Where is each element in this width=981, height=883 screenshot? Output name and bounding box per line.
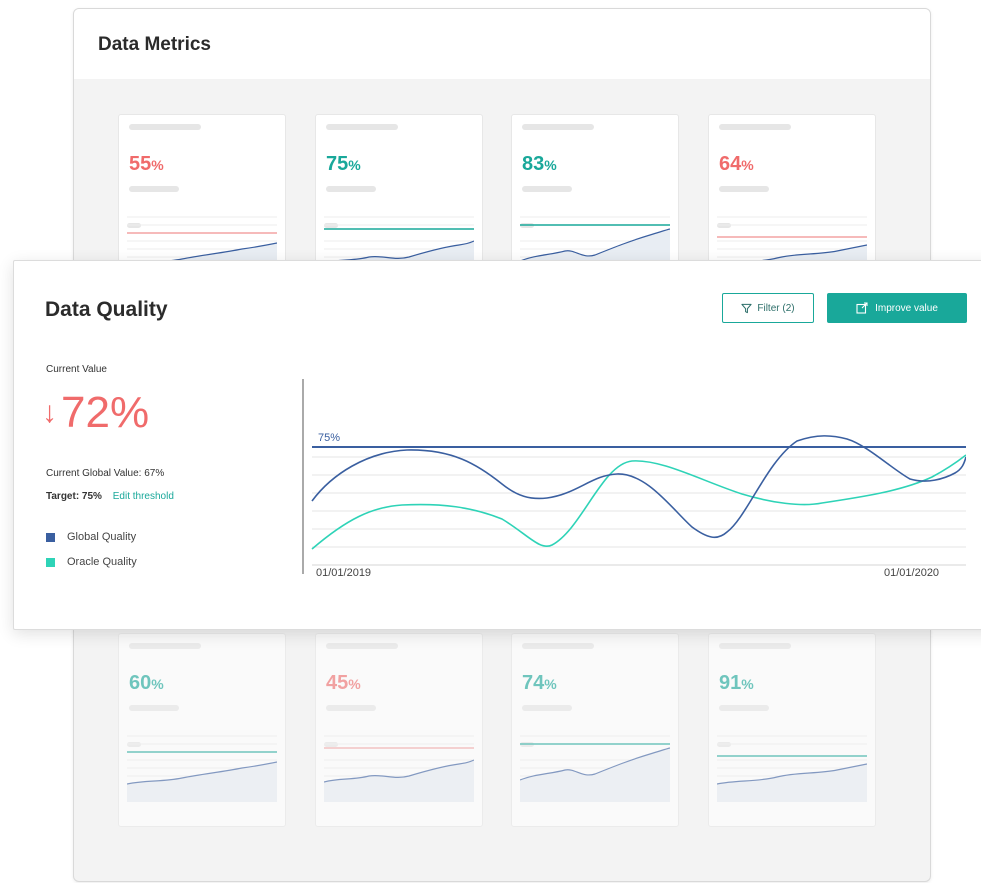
metric-card[interactable]: 45% bbox=[315, 633, 483, 827]
filter-button-label: Filter (2) bbox=[757, 302, 795, 314]
gridlines bbox=[312, 456, 966, 548]
metric-card[interactable]: 91% bbox=[708, 633, 876, 827]
card-area-fill bbox=[324, 760, 474, 802]
card-title-placeholder bbox=[522, 643, 594, 649]
global-quality-line bbox=[311, 435, 966, 539]
x-axis-start-label: 01/01/2019 bbox=[316, 567, 372, 579]
metric-card[interactable]: 60% bbox=[118, 633, 286, 827]
card-subtitle-placeholder bbox=[326, 705, 376, 711]
threshold-label: 75% bbox=[318, 432, 340, 444]
card-percentage-unit: % bbox=[151, 676, 164, 692]
external-link-icon bbox=[856, 302, 868, 314]
card-sparkline-chart bbox=[717, 735, 867, 802]
target-row: Target: 75% Edit threshold bbox=[46, 491, 174, 502]
card-area-fill bbox=[520, 748, 670, 802]
card-title-placeholder bbox=[129, 643, 201, 649]
legend-swatch-oracle bbox=[46, 557, 55, 567]
card-percentage: 64% bbox=[719, 153, 754, 176]
legend-item-global: Global Quality bbox=[46, 531, 136, 543]
card-percentage-unit: % bbox=[348, 157, 361, 173]
card-title-placeholder bbox=[326, 643, 398, 649]
card-percentage: 55% bbox=[129, 153, 164, 176]
card-subtitle-placeholder bbox=[129, 186, 179, 192]
quality-trend-chart: 75% bbox=[302, 379, 966, 574]
card-percentage-value: 74 bbox=[522, 672, 545, 694]
card-percentage-value: 55 bbox=[129, 153, 152, 175]
card-percentage-value: 83 bbox=[522, 153, 545, 175]
card-percentage-unit: % bbox=[544, 676, 557, 692]
card-subtitle-placeholder bbox=[326, 186, 376, 192]
oracle-quality-line bbox=[311, 454, 966, 550]
card-subtitle-placeholder bbox=[719, 186, 769, 192]
card-title-placeholder bbox=[326, 124, 398, 130]
filter-funnel-icon bbox=[741, 303, 752, 313]
card-title-placeholder bbox=[719, 643, 791, 649]
current-value: ↓ 72% bbox=[42, 391, 149, 435]
legend-swatch-global bbox=[46, 532, 55, 542]
improve-value-label: Improve value bbox=[875, 302, 938, 314]
data-quality-panel: Data Quality Filter (2) Improve value Cu… bbox=[13, 260, 981, 630]
card-sparkline-chart bbox=[520, 735, 670, 802]
legend-label-oracle: Oracle Quality bbox=[67, 556, 137, 568]
data-metrics-title: Data Metrics bbox=[98, 34, 211, 55]
card-percentage-unit: % bbox=[741, 157, 754, 173]
card-percentage: 91% bbox=[719, 672, 754, 695]
card-title-placeholder bbox=[129, 124, 201, 130]
card-percentage: 75% bbox=[326, 153, 361, 176]
card-percentage-value: 64 bbox=[719, 153, 742, 175]
card-percentage-unit: % bbox=[348, 676, 361, 692]
card-percentage-unit: % bbox=[741, 676, 754, 692]
current-value-label: Current Value bbox=[46, 364, 107, 375]
data-metrics-header: Data Metrics bbox=[74, 9, 930, 79]
card-percentage-unit: % bbox=[544, 157, 557, 173]
card-subtitle-placeholder bbox=[129, 705, 179, 711]
card-area-fill bbox=[717, 764, 867, 802]
panel-title: Data Quality bbox=[45, 298, 168, 321]
card-percentage: 74% bbox=[522, 672, 557, 695]
card-subtitle-placeholder bbox=[522, 186, 572, 192]
card-sparkline-chart bbox=[324, 735, 474, 802]
card-percentage: 60% bbox=[129, 672, 164, 695]
current-value-number: 72% bbox=[61, 388, 150, 437]
card-percentage: 83% bbox=[522, 153, 557, 176]
card-percentage-value: 91 bbox=[719, 672, 742, 694]
card-percentage: 45% bbox=[326, 672, 361, 695]
legend-item-oracle: Oracle Quality bbox=[46, 556, 137, 568]
card-percentage-value: 75 bbox=[326, 153, 349, 175]
filter-button[interactable]: Filter (2) bbox=[722, 293, 814, 323]
current-global-value: Current Global Value: 67% bbox=[46, 468, 165, 479]
down-arrow-icon: ↓ bbox=[42, 396, 57, 429]
card-subtitle-placeholder bbox=[719, 705, 769, 711]
card-title-placeholder bbox=[719, 124, 791, 130]
card-percentage-value: 60 bbox=[129, 672, 152, 694]
x-axis-end-label: 01/01/2020 bbox=[884, 567, 940, 579]
legend-label-global: Global Quality bbox=[67, 531, 137, 543]
card-sparkline-chart bbox=[127, 735, 277, 802]
improve-value-button[interactable]: Improve value bbox=[827, 293, 967, 323]
edit-threshold-link[interactable]: Edit threshold bbox=[113, 491, 174, 502]
card-percentage-value: 45 bbox=[326, 672, 349, 694]
card-percentage-unit: % bbox=[151, 157, 164, 173]
card-title-placeholder bbox=[522, 124, 594, 130]
target-label: Target: 75% bbox=[46, 491, 102, 502]
card-subtitle-placeholder bbox=[522, 705, 572, 711]
metric-card[interactable]: 74% bbox=[511, 633, 679, 827]
